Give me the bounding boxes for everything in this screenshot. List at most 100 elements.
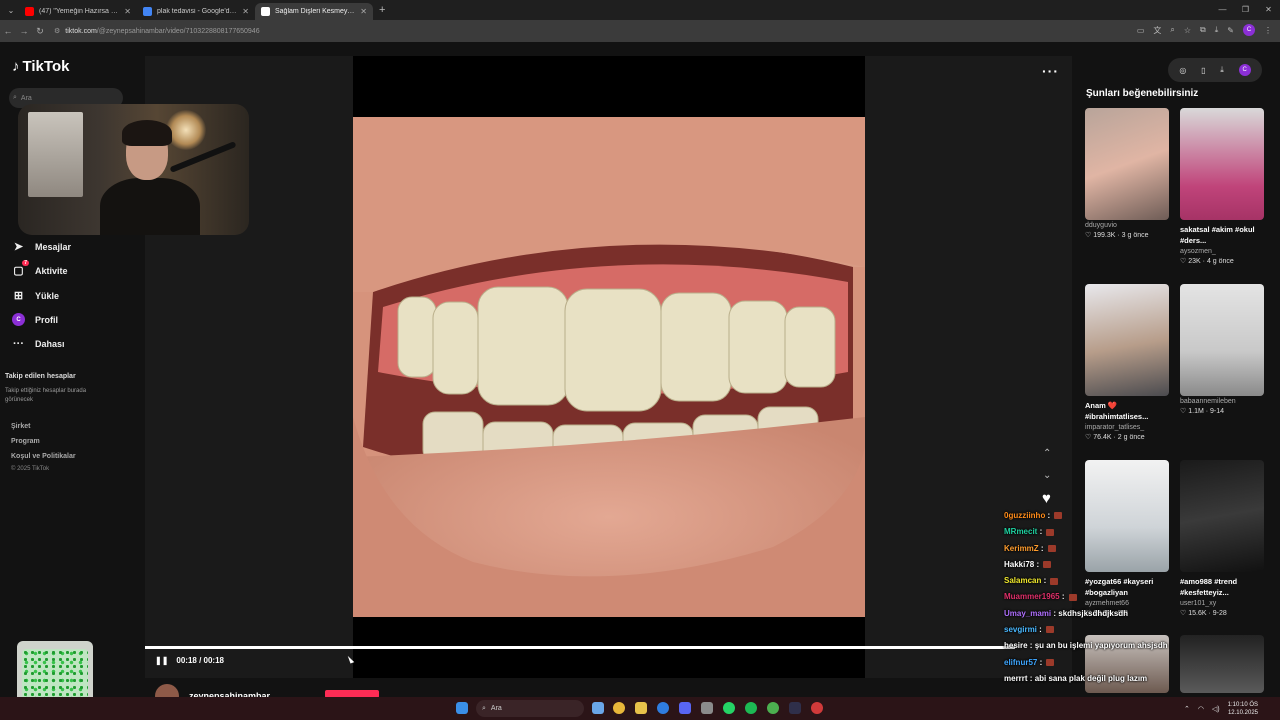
copilot-icon[interactable]: [592, 702, 604, 714]
upload-icon: ⊞: [13, 290, 24, 302]
next-video-icon[interactable]: ⌄: [1043, 470, 1051, 481]
forward-icon[interactable]: →: [16, 26, 32, 36]
tiktok-logo[interactable]: ♪ TikTok: [12, 58, 69, 75]
volume-icon[interactable]: ◁): [1212, 705, 1220, 713]
tab-search-icon[interactable]: ⌄: [3, 2, 19, 18]
suggested-video-card[interactable]: babaannemileben ♡ 1.1M · 9-14: [1180, 284, 1264, 415]
copyright: © 2025 TikTok: [11, 466, 50, 472]
card-likes: 76.4K: [1093, 434, 1112, 441]
download-icon[interactable]: ⤓: [1215, 25, 1219, 35]
obs-icon[interactable]: [789, 702, 801, 714]
browser-tab[interactable]: plak tedavisi - Google'da Ara ✕: [137, 3, 255, 20]
phone-icon[interactable]: ▯: [1201, 66, 1205, 75]
cast-icon[interactable]: ▭: [1137, 26, 1145, 35]
video-thumbnail[interactable]: [1085, 284, 1169, 396]
following-empty-text: Takip ettiğiniz hesaplar burada görünece…: [5, 388, 87, 403]
card-age: 3 g önce: [1121, 232, 1149, 239]
card-user[interactable]: babaannemileben: [1180, 398, 1264, 405]
app-icon[interactable]: [701, 702, 713, 714]
tab-close-icon[interactable]: ✕: [124, 7, 131, 16]
taskbar-clock[interactable]: 1:10:10 ÖS 12.10.2025: [1228, 701, 1258, 717]
footer-link-terms[interactable]: Koşul ve Politikalar: [11, 453, 76, 460]
card-caption[interactable]: Anam ❤️ #ibrahimtatlises...: [1085, 400, 1169, 422]
chat-emote-icon: [1046, 659, 1055, 667]
url-field[interactable]: ⚙ tiktok.com/@zeynepsahinambar/video/710…: [54, 27, 260, 36]
card-meta: ♡ 76.4K · 2 g önce: [1085, 434, 1145, 441]
record-icon[interactable]: [811, 702, 823, 714]
card-user[interactable]: imparator_tatlises_: [1085, 424, 1169, 431]
tray-chevron-icon[interactable]: ⌃: [1184, 705, 1190, 713]
video-progress-bar[interactable]: [145, 646, 1015, 649]
chat-username: Umay_mami: [1004, 608, 1052, 618]
more-options-icon[interactable]: ···: [1042, 63, 1059, 79]
new-tab-button[interactable]: +: [379, 4, 385, 16]
maximize-icon[interactable]: ❐: [1234, 0, 1257, 20]
card-caption[interactable]: sakatsal #akim #okul #ders...: [1180, 224, 1264, 246]
ccleaner-icon[interactable]: [657, 702, 669, 714]
wifi-icon[interactable]: ◠: [1198, 705, 1204, 713]
compass-icon[interactable]: ◎: [1179, 66, 1186, 75]
edit-icon[interactable]: ✎: [1227, 26, 1234, 35]
footer-link-program[interactable]: Program: [11, 438, 40, 445]
chrome-icon[interactable]: [613, 702, 625, 714]
chat-emote-icon: [1054, 512, 1063, 520]
site-info-icon[interactable]: ⚙: [54, 27, 60, 35]
bookmark-star-icon[interactable]: ☆: [1184, 26, 1191, 35]
translate-icon[interactable]: 文: [1153, 25, 1161, 36]
suggested-video-card[interactable]: dduyguvio ♡ 199.3K · 3 g önce: [1085, 108, 1169, 239]
tab-close-icon[interactable]: ✕: [242, 7, 249, 16]
back-icon[interactable]: ←: [0, 26, 16, 36]
video-frame[interactable]: [353, 117, 865, 617]
video-thumbnail[interactable]: [1180, 108, 1264, 220]
more-icon: ···: [13, 337, 24, 350]
sidebar-item-label: Dahası: [35, 338, 65, 349]
tab-title: plak tedavisi - Google'da Ara: [157, 8, 238, 15]
footer-link-company[interactable]: Şirket: [11, 423, 30, 430]
sidebar-item-upload[interactable]: ⊞ Yükle: [12, 289, 59, 302]
minimize-icon[interactable]: —: [1211, 0, 1234, 20]
download-app-icon[interactable]: ⤓: [1220, 65, 1224, 75]
address-bar: ← → ↻ ⚙ tiktok.com/@zeynepsahinambar/vid…: [0, 20, 1280, 42]
close-window-icon[interactable]: ✕: [1257, 0, 1280, 20]
zoom-icon[interactable]: ⌕: [1170, 25, 1174, 35]
sidebar-item-label: Profil: [35, 314, 59, 325]
reload-icon[interactable]: ↻: [32, 26, 48, 37]
spotify-icon[interactable]: [745, 702, 757, 714]
whatsapp-icon[interactable]: [723, 702, 735, 714]
browser-menu-icon[interactable]: ⋮: [1264, 26, 1272, 35]
tab-close-icon[interactable]: ✕: [360, 7, 367, 16]
sidebar-item-profile[interactable]: C Profil: [12, 313, 58, 326]
sidebar-item-more[interactable]: ··· Dahası: [12, 337, 65, 350]
chat-message: KerimmZ :: [1004, 541, 1204, 557]
heart-icon[interactable]: ♥: [1042, 490, 1051, 507]
browser-profile-avatar[interactable]: C: [1243, 24, 1255, 36]
chat-emote-icon: [1046, 626, 1055, 634]
start-icon[interactable]: [456, 702, 468, 714]
video-thumbnail[interactable]: [1180, 284, 1264, 396]
browser-tab[interactable]: (47) "Yemeğin Hazırsa Video H ✕: [19, 3, 137, 20]
browser-tab[interactable]: Sağlam Dişleri Kesmeyin - ✕: [255, 3, 373, 20]
activity-badge: 7: [22, 260, 29, 266]
previous-video-icon[interactable]: ⌃: [1043, 448, 1051, 459]
user-avatar[interactable]: C: [1238, 64, 1251, 76]
tab-favicon-icon: [25, 7, 34, 16]
card-age: 2 g önce: [1117, 434, 1145, 441]
pause-icon[interactable]: ❚❚: [155, 656, 168, 665]
sidebar-item-messages[interactable]: ➤ Mesajlar: [12, 240, 71, 253]
suggested-video-card[interactable]: sakatsal #akim #okul #ders... aysozmen_ …: [1180, 108, 1264, 265]
discord-icon[interactable]: [679, 702, 691, 714]
suggestions-title: Şunları beğenebilirsiniz: [1086, 88, 1199, 99]
sidebar-item-activity[interactable]: ▢ 7 Aktivite: [12, 260, 68, 277]
card-user[interactable]: aysozmen_: [1180, 248, 1264, 255]
video-thumbnail[interactable]: [1085, 108, 1169, 220]
chrome-active-icon[interactable]: [767, 702, 779, 714]
suggested-video-card[interactable]: Anam ❤️ #ibrahimtatlises... imparator_ta…: [1085, 284, 1169, 441]
extensions-icon[interactable]: ⧉: [1200, 25, 1206, 35]
card-user[interactable]: dduyguvio: [1085, 222, 1169, 229]
chat-text: şu an bu işlemi yapıyorum ahsjsdh: [1034, 641, 1168, 651]
chat-username: elifnur57: [1004, 657, 1038, 667]
file-explorer-icon[interactable]: [635, 702, 647, 714]
clock-time: 1:10:10 ÖS: [1227, 702, 1258, 708]
chat-separator: :: [1027, 673, 1035, 683]
taskbar-search[interactable]: ⌕ Ara: [476, 700, 584, 717]
